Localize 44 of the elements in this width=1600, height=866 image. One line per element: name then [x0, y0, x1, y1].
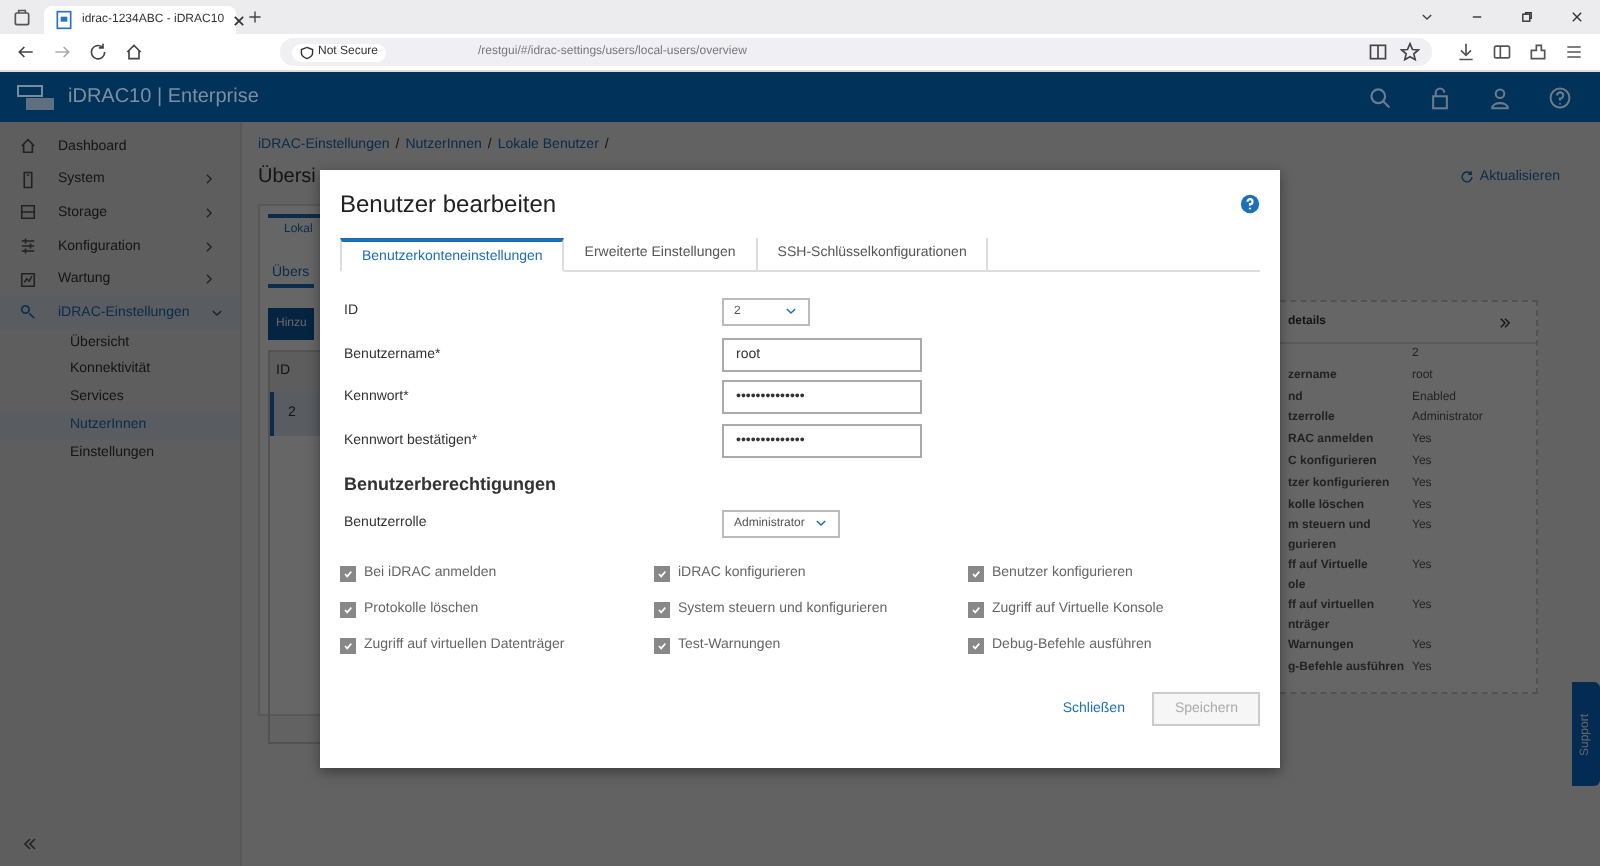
user-icon[interactable] [1488, 85, 1512, 109]
close-icon[interactable] [1570, 10, 1584, 24]
tab-actions-icon[interactable] [12, 7, 32, 27]
close-icon[interactable] [232, 13, 247, 27]
section-heading: Benutzerberechtigungen [344, 474, 559, 494]
page-title: Übersi [258, 165, 316, 187]
caret-icon [814, 516, 828, 531]
collapse-icon[interactable] [20, 834, 40, 854]
reader-icon[interactable] [1368, 42, 1388, 62]
back-icon[interactable] [16, 42, 36, 62]
tab-list-icon[interactable] [1420, 10, 1434, 24]
home-icon[interactable] [124, 42, 144, 62]
expand-icon[interactable] [1498, 315, 1512, 329]
server-icon [16, 83, 56, 111]
help-icon[interactable] [1548, 85, 1572, 109]
lock-icon[interactable] [1428, 85, 1452, 109]
refresh-icon [1459, 169, 1474, 183]
chevron-icon[interactable] [202, 205, 216, 220]
reload-icon[interactable] [88, 42, 108, 62]
star-icon[interactable] [1400, 42, 1420, 62]
download-icon[interactable] [1456, 42, 1476, 62]
new-tab-icon[interactable] [248, 10, 262, 24]
product-title: iDRAC10 | Enterprise [68, 86, 259, 108]
chevron-icon[interactable] [202, 172, 216, 187]
menu-icon[interactable] [1564, 42, 1584, 62]
extensions-icon[interactable] [1528, 42, 1548, 62]
storage-icon [18, 202, 38, 223]
dialog-title: Benutzer bearbeiten [340, 190, 557, 218]
chevron-icon[interactable] [209, 305, 224, 320]
shield-icon [300, 45, 314, 59]
server-icon [18, 169, 38, 190]
search-icon[interactable] [1368, 85, 1392, 109]
chevron-icon[interactable] [202, 239, 216, 254]
page-icon [54, 10, 74, 30]
restore-icon[interactable] [1520, 10, 1534, 24]
sliders-icon [18, 236, 38, 257]
chevron-icon[interactable] [202, 272, 216, 287]
caret-icon [784, 304, 798, 319]
help-icon[interactable] [1240, 194, 1260, 214]
forward-icon[interactable] [52, 42, 72, 62]
minimize-icon[interactable] [1470, 10, 1484, 24]
sidebar-icon[interactable] [1492, 42, 1512, 62]
home-icon [18, 136, 38, 157]
chart-icon [18, 269, 38, 290]
